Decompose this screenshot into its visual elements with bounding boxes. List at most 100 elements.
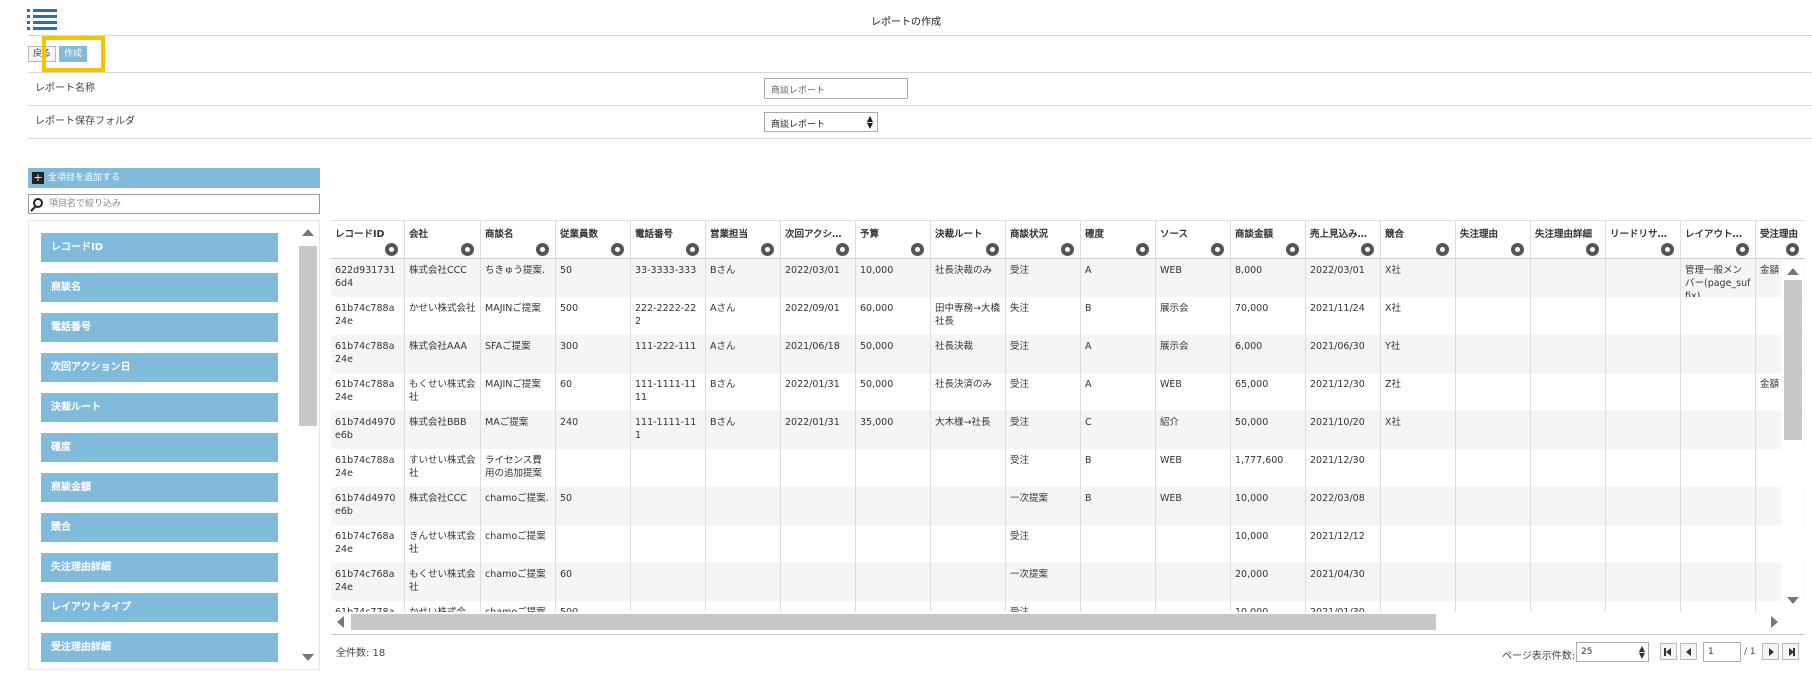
gear-icon[interactable] [1062,244,1073,255]
column-header[interactable]: 決裁ルート [931,221,1006,259]
create-button[interactable]: 作成 [59,46,88,62]
column-header[interactable]: リードリサ… [1606,221,1681,259]
table-row[interactable]: 622d9317316d4 株式会社CCC ちきゅう提案. 50 33-3333-333… [331,259,1805,297]
prev-page-icon[interactable] [1680,643,1697,660]
table-row[interactable]: 61b74d4970e6b 株式会社BBB MAご提案 240 111-1111-111… [331,411,1805,449]
column-header[interactable]: 失注理由 [1456,221,1531,259]
table-row[interactable]: 61b74c768a24e きんせい株式会社 chamoご提案 受注 10,000 202… [331,525,1805,563]
field-item[interactable]: 競合 [41,513,278,542]
gear-icon[interactable] [837,244,848,255]
field-item[interactable]: 失注理由詳細 [41,553,278,582]
field-item[interactable]: 決裁ルート [41,393,278,422]
gear-icon[interactable] [1287,244,1298,255]
grid-vertical-scrollbar[interactable] [1782,260,1804,612]
gear-icon[interactable] [462,244,473,255]
table-row[interactable]: 61b74d4970e6b 株式会社CCC chamoご提案. 50 一次提案 B WEB 1… [331,487,1805,525]
column-header[interactable]: ソース [1156,221,1231,259]
scroll-thumb[interactable] [351,614,1436,630]
gear-icon[interactable] [1437,244,1448,255]
gear-icon[interactable] [1787,244,1798,255]
column-header-label: 商談金額 [1235,229,1274,240]
gear-icon[interactable] [537,244,548,255]
gear-icon[interactable] [1737,244,1748,255]
column-header[interactable]: レコードID [331,221,405,259]
add-all-fields-button[interactable]: + 全項目を追加する [28,168,320,188]
last-page-icon[interactable] [1782,643,1799,660]
column-header[interactable]: 営業担当 [706,221,781,259]
field-item[interactable]: 受注理由詳細 [41,633,278,662]
table-cell [1381,525,1456,563]
grid-horizontal-scrollbar[interactable] [331,612,1784,632]
gear-icon[interactable] [987,244,998,255]
column-header[interactable]: 商談名 [481,221,556,259]
table-cell [1681,411,1756,449]
column-header[interactable]: 確度 [1081,221,1156,259]
scroll-down-icon[interactable] [302,654,314,661]
page-number-input[interactable]: 1 [1703,642,1741,662]
gear-icon[interactable] [1212,244,1223,255]
table-cell: 111-222-111 [631,335,706,373]
column-header[interactable]: レイアウト… [1681,221,1756,259]
table-row[interactable]: 61b74c768a24e もくせい株式会社 chamoご提案 60 一次提案 20,00… [331,563,1805,601]
column-header[interactable]: 次回アクシ… [781,221,856,259]
table-row[interactable]: 61b74c788a24e かせい株式会社 MAJINご提案 500 222-2222-… [331,297,1805,335]
gear-icon[interactable] [1662,244,1673,255]
field-item[interactable]: レイアウトタイプ [41,593,278,622]
gear-icon[interactable] [1512,244,1523,255]
field-filter-input[interactable]: 項目名で絞り込み [28,194,320,214]
table-cell [706,525,781,563]
column-header[interactable]: 商談状況 [1006,221,1081,259]
table-cell: 受注 [1006,335,1081,373]
table-cell [1681,297,1756,335]
field-list: レコードID 商談名 電話番号 次回アクション日 決裁ルート 確度 商談金額 競… [28,220,320,670]
scroll-down-icon[interactable] [1787,597,1799,604]
gear-icon[interactable] [1362,244,1373,255]
back-button[interactable]: 戻る [28,46,57,62]
table-row[interactable]: 61b74c788a24e 株式会社AAA SFAご提案 300 111-222-111… [331,335,1805,373]
gear-icon[interactable] [687,244,698,255]
scroll-right-icon[interactable] [1771,616,1778,628]
column-header[interactable]: 受注理由 [1756,221,1805,259]
table-cell: 61b74c788a24e [331,373,405,411]
field-item[interactable]: 商談金額 [41,473,278,502]
column-header[interactable]: 売上見込み… [1306,221,1381,259]
column-header[interactable]: 電話番号 [631,221,706,259]
field-item[interactable]: 商談名 [41,273,278,302]
field-list-scrollbar[interactable] [297,221,319,669]
field-item[interactable]: レコードID [41,233,278,262]
gear-icon[interactable] [386,244,397,255]
column-header[interactable]: 会社 [405,221,481,259]
gear-icon[interactable] [762,244,773,255]
scroll-thumb[interactable] [299,246,317,426]
table-row[interactable]: 61b74c788a24e すいせい株式会社 ライセンス費用の追加提案 受注 B WEB 1… [331,449,1805,487]
table-cell: 300 [556,335,631,373]
per-page-select[interactable]: 25 ▲ ▼ [1576,642,1649,662]
column-header[interactable]: 商談金額 [1231,221,1306,259]
scroll-up-icon[interactable] [1787,268,1799,275]
table-cell: 失注 [1006,297,1081,335]
column-header[interactable]: 失注理由詳細 [1531,221,1606,259]
field-item[interactable]: 電話番号 [41,313,278,342]
gear-icon[interactable] [612,244,623,255]
scroll-up-icon[interactable] [302,229,314,236]
table-row[interactable]: 61b74c788a24e もくせい株式会社 MAJINご提案 60 111-1111-… [331,373,1805,411]
gear-icon[interactable] [1137,244,1148,255]
gear-icon[interactable] [912,244,923,255]
table-cell: 株式会社CCC [405,487,481,525]
field-item[interactable]: 次回アクション日 [41,353,278,382]
next-page-icon[interactable] [1762,643,1779,660]
folder-select[interactable]: 商談レポート ▲ ▼ [764,112,878,132]
first-page-icon[interactable] [1660,643,1677,660]
report-name-input[interactable]: 商談レポート [764,78,908,99]
column-header[interactable]: 競合 [1381,221,1456,259]
scroll-thumb[interactable] [1784,280,1802,440]
column-header[interactable]: 従業員数 [556,221,631,259]
field-item[interactable]: 確度 [41,433,278,462]
table-cell [781,487,856,525]
table-cell: B [1081,297,1156,335]
table-cell: 2021/12/30 [1306,373,1381,411]
column-header[interactable]: 予算 [856,221,931,259]
table-cell [931,449,1006,487]
gear-icon[interactable] [1587,244,1598,255]
scroll-left-icon[interactable] [337,616,344,628]
